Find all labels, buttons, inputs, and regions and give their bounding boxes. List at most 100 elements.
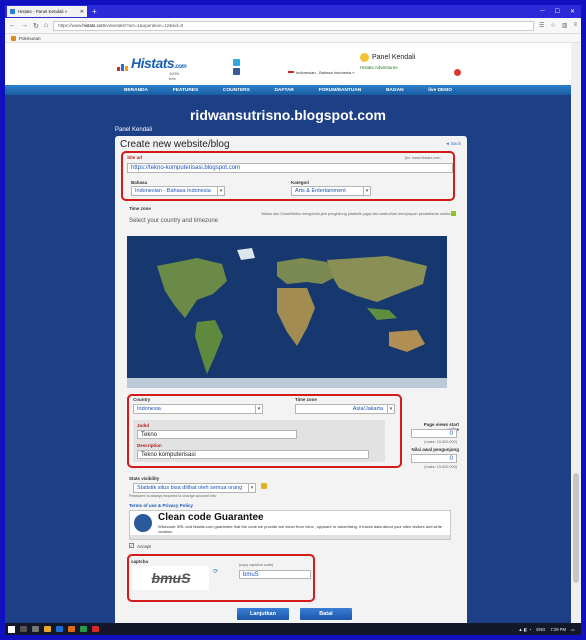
chevron-down-icon: ▾: [217, 187, 224, 195]
scrollbar-thumb[interactable]: [573, 473, 579, 583]
new-tab-icon[interactable]: +: [92, 7, 97, 16]
bookmark-star-icon[interactable]: ☆: [550, 22, 555, 29]
maximize-icon[interactable]: ☐: [555, 8, 560, 15]
chevron-down-icon: ▾: [363, 187, 370, 195]
terms-text: Wisecode SRL and histats.com guarantee t…: [158, 524, 442, 534]
search-icon[interactable]: [20, 626, 27, 632]
form-title: Create new website/blog: [120, 139, 230, 150]
browser-tab[interactable]: Histats - Panel Kendali » ✕: [7, 6, 87, 17]
description-input[interactable]: Tekno komputerisasi: [137, 450, 369, 459]
captcha-image: bmuS: [133, 566, 209, 590]
menu-item-forum-bantuan[interactable]: FORUM/BANTUAN: [319, 88, 362, 93]
country-label: Country: [133, 397, 151, 402]
url-domain: histats.com: [82, 23, 106, 28]
menu-item-bagan[interactable]: BAGAN: [386, 88, 404, 93]
reader-icon[interactable]: ☰: [539, 22, 544, 29]
menu-icon[interactable]: ≡: [573, 22, 577, 29]
file-explorer-icon[interactable]: [44, 626, 51, 632]
visits-label: Nilai awal pengunjung: [411, 447, 459, 452]
back-link[interactable]: ◄ Back: [445, 141, 461, 146]
back-arrow-icon[interactable]: ←: [9, 22, 16, 29]
navigation-bar: ← → ↻ ⌂ https://www. histats.com/viewstat…: [5, 18, 581, 34]
cancel-button[interactable]: Batal: [300, 608, 352, 620]
home-icon[interactable]: ⌂: [44, 22, 48, 29]
terms-box: Clean code Guarantee Wisecode SRL and hi…: [129, 510, 451, 540]
category-select[interactable]: Arts & Entertainment ▾: [291, 186, 371, 196]
country-select[interactable]: Indonesia ▾: [133, 404, 263, 414]
firefox-icon[interactable]: [68, 626, 75, 632]
address-bar[interactable]: https://www. histats.com/viewstats/?act=1…: [53, 20, 535, 31]
title-input[interactable]: Tekno: [137, 430, 297, 439]
task-view-icon[interactable]: [32, 626, 39, 632]
app-icon[interactable]: [92, 626, 99, 632]
world-map[interactable]: [127, 236, 447, 388]
window-controls: ─ ☐ ✕: [540, 8, 581, 15]
minimize-icon[interactable]: ─: [540, 8, 544, 15]
panel-icon: [360, 53, 369, 62]
timezone-label: Time zone: [129, 206, 151, 211]
create-site-form: Create new website/blog ◄ Back Site url …: [115, 136, 467, 623]
description-label: Description: [137, 443, 162, 448]
logout-icon[interactable]: [454, 69, 461, 76]
chevron-down-icon: ▾: [255, 405, 262, 413]
tray-icons[interactable]: ▲ ◧ ◔: [518, 627, 531, 632]
terms-scrollbar[interactable]: [130, 535, 450, 539]
menu-item-live-demo[interactable]: live DEMO: [428, 88, 452, 93]
social-links: [233, 59, 240, 75]
histats-favicon-icon: [10, 9, 15, 14]
panel-title: Panel Kendali: [372, 54, 416, 61]
page-views-input[interactable]: 0: [411, 429, 457, 438]
guarantee-seal-icon: [134, 514, 152, 532]
tab-bar: Histats - Panel Kendali » ✕ + ─ ☐ ✕: [5, 5, 581, 18]
adventures-link[interactable]: Histats Adventures: [360, 65, 415, 70]
page-body: ridwansutrisno.blogspot.com Panel Kendal…: [5, 95, 571, 623]
visits-input[interactable]: 0: [411, 454, 457, 463]
timezone-select-label: Time zone: [295, 397, 317, 402]
refresh-captcha-icon[interactable]: ⟳: [213, 568, 218, 575]
visibility-select[interactable]: Statistik situs bisa dilihat oleh semua …: [133, 483, 256, 493]
library-icon[interactable]: ▥: [562, 22, 568, 29]
input-language[interactable]: ENG: [536, 627, 545, 632]
captcha-input[interactable]: bmuS: [239, 570, 311, 579]
help-icon[interactable]: [451, 211, 456, 216]
menu-item-daftar[interactable]: DAFTAR: [275, 88, 294, 93]
breadcrumb: Panel Kendali: [115, 127, 153, 133]
terms-label: Terms of use & Privacy Policy: [129, 503, 193, 508]
url-prefix: https://www.: [58, 23, 83, 28]
twitter-icon[interactable]: [233, 59, 240, 66]
language-select[interactable]: Indonesian - Bahasa Indonesia ▾: [131, 186, 225, 196]
menu-item-counters[interactable]: COUNTERS: [223, 88, 250, 93]
close-window-icon[interactable]: ✕: [570, 8, 575, 15]
chevron-down-icon: ▾: [387, 405, 394, 413]
timezone-select[interactable]: Asia/Jakarta ▾: [295, 404, 395, 414]
terms-heading: Clean code Guarantee: [158, 512, 264, 523]
blog-watermark: ridwansutrisno.blogspot.com: [189, 107, 386, 123]
histats-logo[interactable]: Histats.com 100% free: [117, 55, 187, 81]
clock[interactable]: 7:29 PM: [550, 627, 566, 632]
language-selector[interactable]: Indonesian - Bahasa Indonesia »: [288, 70, 355, 75]
accept-checkbox[interactable]: ✓: [129, 543, 134, 548]
start-icon[interactable]: [8, 625, 15, 633]
tab-title: Histats - Panel Kendali »: [18, 9, 68, 14]
notifications-icon[interactable]: ▭: [571, 627, 575, 632]
password-note: Password is always required to change ac…: [129, 494, 217, 498]
app-icon[interactable]: [56, 626, 63, 632]
system-tray: ▲ ◧ ◔ ENG 7:29 PM ▭: [518, 627, 578, 632]
app-icon[interactable]: [80, 626, 87, 632]
select-country-title: Select your country and timezone: [129, 218, 219, 224]
language-label: Indonesian - Bahasa Indonesia »: [296, 70, 355, 75]
menu-item-beranda[interactable]: BERANDA: [124, 88, 148, 93]
close-tab-icon[interactable]: ✕: [80, 9, 84, 15]
page-scrollbar[interactable]: [571, 43, 581, 623]
menu-item-features[interactable]: FEATURES: [173, 88, 199, 93]
windows-taskbar: ▲ ◧ ◔ ENG 7:29 PM ▭: [5, 623, 581, 635]
forward-arrow-icon[interactable]: →: [21, 22, 28, 29]
reload-icon[interactable]: ↻: [33, 22, 39, 30]
submit-button[interactable]: Lanjutkan: [237, 608, 289, 620]
site-url-input[interactable]: https://tekno-komputerisasi.blogspot.com: [127, 163, 453, 173]
bookmark-folder-icon: [11, 35, 16, 41]
main-menu: BERANDA FEATURES COUNTERS DAFTAR FORUM/BANTU…: [5, 85, 571, 95]
bookmark-item[interactable]: Pokmunan: [19, 36, 41, 41]
toolbar-icons: ☰ ☆ ▥ ≡: [539, 22, 577, 29]
facebook-icon[interactable]: [233, 68, 240, 75]
